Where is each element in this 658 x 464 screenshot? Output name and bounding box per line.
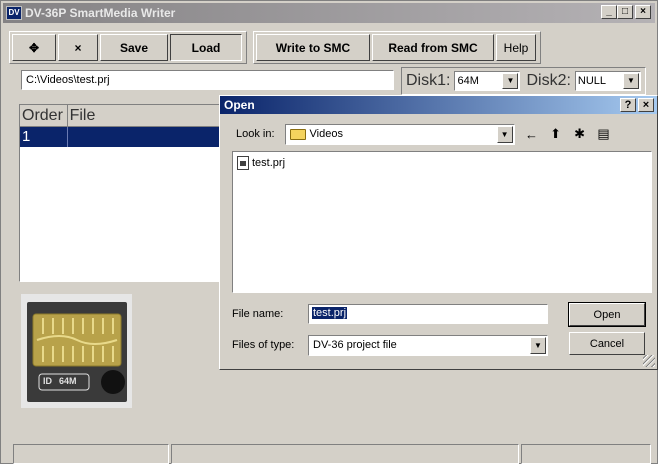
smartmedia-card-image: ID 64M <box>21 294 132 408</box>
file-type-row: Files of type: DV-36 project file ▼ <box>232 334 548 356</box>
cancel-button[interactable]: Cancel <box>569 332 645 355</box>
disk1-label: Disk1: <box>406 72 451 89</box>
chevron-down-icon[interactable]: ▼ <box>496 125 513 143</box>
column-file[interactable]: File <box>68 105 228 126</box>
view-menu-icon[interactable]: ▤ <box>595 126 613 142</box>
file-icon <box>237 156 249 170</box>
dialog-close-button[interactable]: × <box>638 98 654 112</box>
status-cell-2 <box>171 444 519 464</box>
list-row[interactable]: 1 <box>20 127 228 147</box>
chevron-down-icon[interactable]: ▼ <box>530 336 546 354</box>
file-name-label: File name: <box>232 308 284 320</box>
folder-icon <box>289 128 306 140</box>
disk-selector: Disk1: 64M ▼ Disk2: NULL ▼ <box>401 67 646 95</box>
open-dialog: Open ? × Look in: Videos ▼ ← ⬆ ✱ ▤ test.… <box>219 95 658 370</box>
disk2-value: NULL <box>577 75 607 87</box>
file-item[interactable]: test.prj <box>237 156 285 170</box>
dialog-title-bar[interactable]: Open ? × <box>220 96 657 114</box>
disk2-select[interactable]: NULL ▼ <box>574 71 641 91</box>
load-button[interactable]: Load <box>170 34 242 61</box>
disk1-value: 64M <box>457 75 479 87</box>
up-folder-icon[interactable]: ⬆ <box>547 126 565 142</box>
title-bar[interactable]: DV DV-36P SmartMedia Writer _ □ × <box>3 3 655 23</box>
file-item-name: test.prj <box>252 157 286 169</box>
file-list[interactable]: Order File 1 <box>19 104 229 282</box>
minimize-button[interactable]: _ <box>601 5 617 19</box>
chevron-down-icon[interactable]: ▼ <box>502 73 519 89</box>
disk2-label: Disk2: <box>526 72 571 89</box>
help-button[interactable]: Help <box>496 34 536 61</box>
dialog-help-button[interactable]: ? <box>620 98 636 112</box>
row-order: 1 <box>20 127 68 147</box>
status-cell-1 <box>13 444 169 464</box>
file-browser-pane[interactable]: test.prj <box>232 151 652 293</box>
look-in-row: Look in: Videos ▼ ← ⬆ ✱ ▤ <box>236 123 613 145</box>
file-type-label: Files of type: <box>232 339 295 351</box>
write-to-smc-button[interactable]: Write to SMC <box>256 34 370 61</box>
save-button[interactable]: Save <box>100 34 168 61</box>
look-in-select[interactable]: Videos ▼ <box>284 123 515 145</box>
file-name-input[interactable]: test.prj <box>308 304 548 324</box>
file-type-select[interactable]: DV-36 project file ▼ <box>308 334 548 356</box>
chevron-down-icon[interactable]: ▼ <box>622 73 639 89</box>
app-icon: DV <box>6 6 22 20</box>
status-bar <box>13 444 653 464</box>
add-button[interactable]: ✥ <box>12 34 56 61</box>
project-path-field[interactable]: C:\Videos\test.prj <box>21 70 394 90</box>
look-in-value: Videos <box>309 128 343 140</box>
look-in-label: Look in: <box>236 128 275 140</box>
new-folder-icon[interactable]: ✱ <box>571 126 589 142</box>
back-arrow-icon[interactable]: ← <box>523 127 541 142</box>
file-tool-group: ✥ × Save Load <box>9 31 247 64</box>
toolbar: ✥ × Save Load Write to SMC Read from SMC… <box>9 31 547 64</box>
dialog-nav-icons: ← ⬆ ✱ ▤ <box>523 126 613 142</box>
card-id-label: ID <box>43 376 52 386</box>
resize-grip-icon[interactable] <box>643 355 655 367</box>
dialog-title: Open <box>224 98 255 112</box>
window-title: DV-36P SmartMedia Writer <box>25 6 176 20</box>
list-header: Order File <box>20 105 228 127</box>
open-button[interactable]: Open <box>568 302 646 327</box>
file-name-row: File name: test.prj <box>232 303 548 325</box>
maximize-button[interactable]: □ <box>617 5 633 19</box>
column-order[interactable]: Order <box>20 105 68 126</box>
file-type-value: DV-36 project file <box>313 338 397 351</box>
card-capacity: 64M <box>59 376 77 386</box>
status-cell-3 <box>521 444 651 464</box>
smc-tool-group: Write to SMC Read from SMC Help <box>253 31 541 64</box>
close-button[interactable]: × <box>635 5 651 19</box>
remove-button[interactable]: × <box>58 34 98 61</box>
row-file <box>68 127 228 147</box>
disk1-select[interactable]: 64M ▼ <box>454 71 521 91</box>
file-name-value: test.prj <box>312 307 348 319</box>
read-from-smc-button[interactable]: Read from SMC <box>372 34 494 61</box>
